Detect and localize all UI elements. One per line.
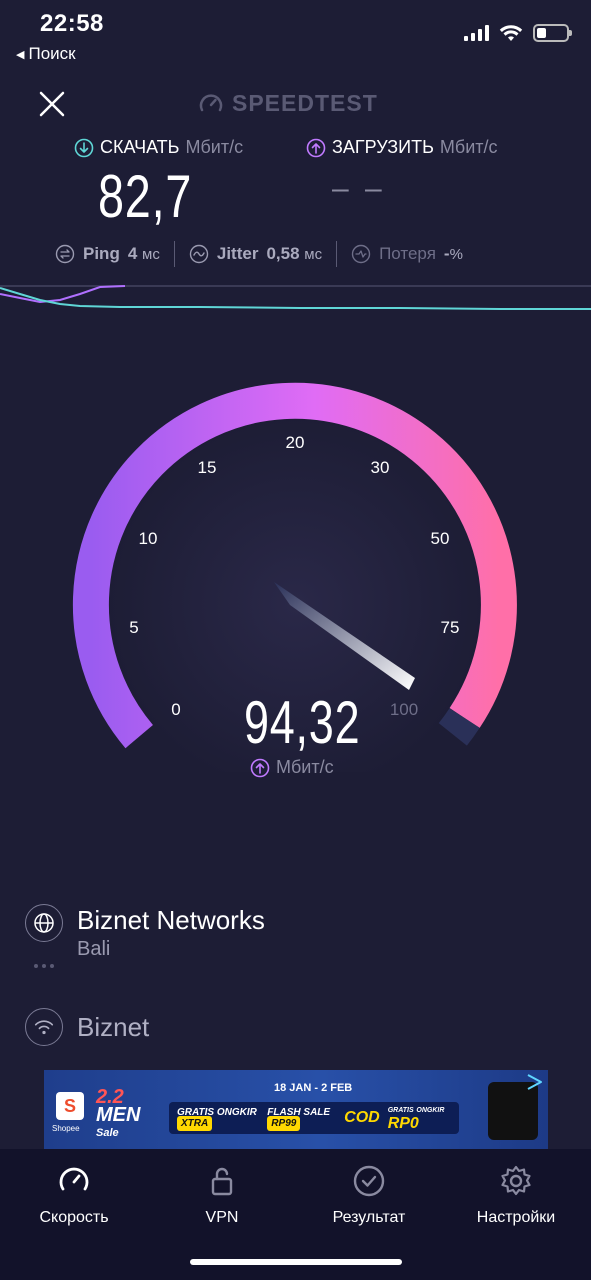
current-speed-unit: Мбит/с <box>250 757 334 778</box>
battery-icon <box>533 24 572 42</box>
ping-icon <box>55 244 75 264</box>
tab-vpn[interactable]: VPN <box>162 1163 282 1227</box>
download-title: СКАЧАТЬ <box>100 137 180 157</box>
jitter-label: Jitter <box>216 244 259 263</box>
ad-promo-sub: Sale <box>96 1127 119 1139</box>
loss-stat: Потеря -% <box>351 244 463 264</box>
wifi-icon <box>25 1008 63 1046</box>
logo-text: SPEEDTEST <box>232 90 378 116</box>
download-unit: Мбит/с <box>185 137 244 157</box>
tab-settings[interactable]: Настройки <box>456 1163 576 1227</box>
speedometer-logo-icon <box>199 93 223 111</box>
loss-unit: % <box>449 246 463 263</box>
upload-arrow-icon <box>250 758 270 777</box>
ad-promo-main: MEN <box>96 1104 141 1126</box>
divider <box>336 241 338 267</box>
ping-label: Ping <box>83 244 120 263</box>
lock-icon <box>211 1167 233 1196</box>
ad-brand: Shopee <box>52 1124 80 1133</box>
gauge-tick: 5 <box>129 618 139 637</box>
gauge-arc-remaining <box>438 708 480 746</box>
gauge-tick: 100 <box>389 700 419 719</box>
tab-results[interactable]: Результат <box>309 1163 429 1227</box>
provider-name: Biznet <box>77 1011 150 1042</box>
gauge-tick: 0 <box>171 700 181 719</box>
ping-unit: мс <box>142 246 160 263</box>
download-arrow-icon <box>74 138 94 157</box>
wifi-icon <box>499 25 523 41</box>
speedometer-icon <box>59 1167 89 1191</box>
ad-choices-icon[interactable] <box>524 1072 544 1092</box>
ad-promo-title: 2.2 MEN Sale <box>96 1087 141 1142</box>
jitter-unit: мс <box>304 246 323 263</box>
tab-label: VPN <box>205 1209 239 1226</box>
server-info: Biznet Networks Bali <box>77 904 265 961</box>
shopee-logo-icon: S <box>56 1092 84 1120</box>
globe-icon <box>25 904 63 942</box>
close-icon[interactable] <box>36 88 68 120</box>
gauge-tick: 75 <box>440 618 460 637</box>
divider <box>173 241 175 267</box>
jitter-value: 0,58 <box>266 244 300 263</box>
ad-offer-3: COD <box>344 1109 380 1126</box>
tab-label: Результат <box>332 1209 406 1226</box>
upload-label: ЗАГРУЗИТЬ Мбит/с <box>306 137 498 158</box>
upload-title: ЗАГРУЗИТЬ <box>332 137 434 157</box>
tab-label: Настройки <box>476 1209 556 1226</box>
connector-dots <box>34 964 54 968</box>
status-time: 22:58 <box>40 10 104 37</box>
loss-label: Потеря <box>379 244 436 263</box>
current-speed-value: 94,32 <box>244 689 361 756</box>
home-indicator[interactable] <box>190 1259 402 1265</box>
gauge-tick: 50 <box>430 529 450 548</box>
upload-arrow-icon <box>306 138 326 157</box>
download-label: СКАЧАТЬ Мбит/с <box>74 137 243 158</box>
check-circle-icon <box>353 1165 385 1197</box>
ad-offer-1: GRATIS ONGKIR XTRA <box>177 1107 257 1131</box>
status-icons <box>464 24 572 42</box>
tab-label: Скорость <box>39 1209 109 1226</box>
speedtest-logo: SPEEDTEST <box>198 90 378 117</box>
ping-value: 4 <box>127 244 138 263</box>
upload-unit: Мбит/с <box>439 137 498 157</box>
speed-graph <box>0 285 591 310</box>
gauge-tick: 10 <box>138 529 158 548</box>
ad-banner[interactable]: 18 JAN - 2 FEB S Shopee 2.2 MEN Sale GRA… <box>44 1070 548 1150</box>
cellular-signal-icon <box>464 25 489 41</box>
server-selector[interactable]: Biznet Networks Bali <box>25 904 265 961</box>
upload-value: – – <box>332 172 386 205</box>
ad-offers: GRATIS ONGKIR XTRA FLASH SALE RP99 COD G… <box>169 1102 459 1134</box>
speed-unit-label: Мбит/с <box>276 757 334 777</box>
provider-info: Biznet <box>25 1008 149 1046</box>
ad-date: 18 JAN - 2 FEB <box>274 1082 353 1094</box>
ad-offer-2: FLASH SALE RP99 <box>267 1107 331 1131</box>
server-name: Biznet Networks <box>77 905 265 935</box>
stats-row: Ping 4 мс Jitter 0,58 мс Потеря -% <box>55 241 463 267</box>
gauge-tick: 15 <box>197 458 217 477</box>
jitter-stat: Jitter 0,58 мс <box>189 244 322 264</box>
gear-icon <box>501 1165 531 1196</box>
jitter-icon <box>189 244 209 264</box>
back-label: Поиск <box>28 44 76 63</box>
back-arrow-icon: ◀ <box>16 48 25 61</box>
packet-loss-icon <box>351 244 371 264</box>
back-to-search-link[interactable]: ◀ Поиск <box>16 44 76 64</box>
ping-stat: Ping 4 мс <box>55 244 160 264</box>
download-value: 82,7 <box>98 163 193 230</box>
ad-offer-4: GRATIS ONGKIR RP0 <box>387 1106 445 1132</box>
server-location: Bali <box>77 938 111 960</box>
gauge-tick: 20 <box>285 433 305 452</box>
tab-speed[interactable]: Скорость <box>14 1163 134 1227</box>
gauge-tick: 30 <box>370 458 390 477</box>
